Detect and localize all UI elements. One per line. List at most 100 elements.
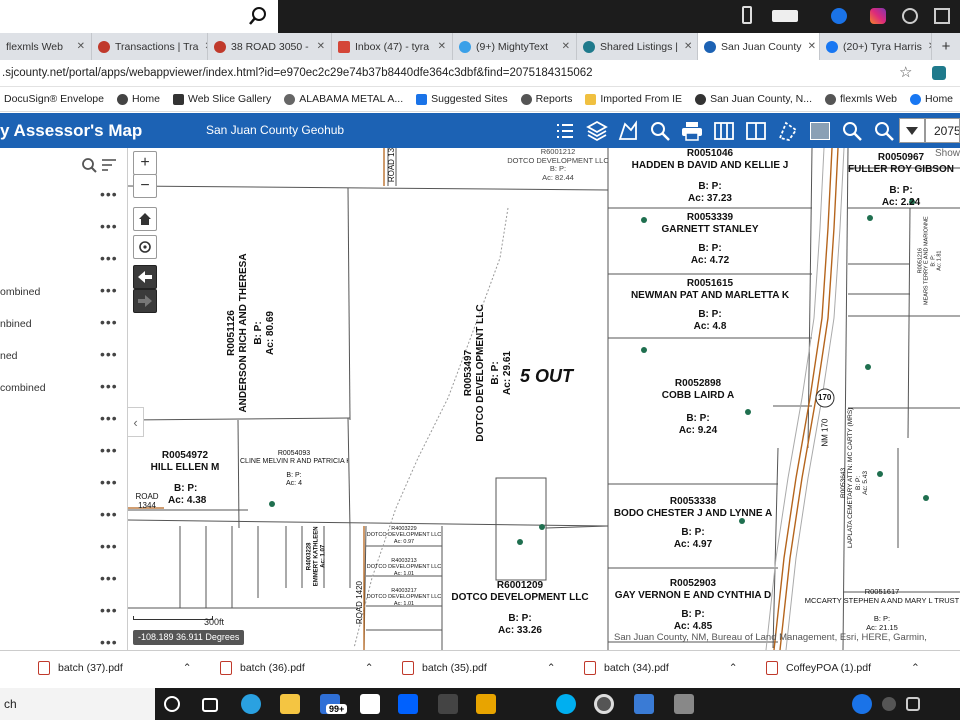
parcel-label[interactable]: R4003217 DOTCO DEVELOPMENT LLC Ac: 1.01 — [366, 588, 442, 607]
search-input[interactable]: 2075 — [925, 118, 960, 143]
chevron-up-icon[interactable]: ⌃ — [729, 662, 738, 674]
cortana-icon[interactable] — [164, 696, 180, 712]
more-options-icon[interactable]: ••• — [100, 602, 118, 618]
dropbox-icon[interactable] — [398, 694, 418, 714]
search-parcel-icon[interactable] — [649, 120, 671, 142]
extension-icon[interactable] — [932, 66, 946, 80]
compare-icon[interactable] — [745, 120, 767, 142]
chrome-icon[interactable] — [594, 694, 614, 714]
tab-san-juan-county[interactable]: San Juan County ✕ — [698, 33, 820, 60]
bookmark-imported[interactable]: Imported From IE — [585, 93, 682, 105]
calculator-icon[interactable] — [674, 694, 694, 714]
help-icon[interactable] — [852, 694, 872, 714]
bookmark-suggested[interactable]: Suggested Sites — [416, 93, 508, 105]
network-icon[interactable] — [906, 697, 920, 711]
parcel-label[interactable]: R0054972 HILL ELLEN M B: P: Ac: 4.38 — [130, 450, 240, 506]
skype-icon[interactable] — [556, 694, 576, 714]
amazon-icon[interactable] — [360, 694, 380, 714]
layer-row[interactable]: ••• — [0, 216, 127, 242]
layers-icon[interactable] — [586, 120, 608, 142]
close-icon[interactable]: ✕ — [198, 41, 207, 52]
bookmark-reports[interactable]: Reports — [520, 93, 572, 105]
more-options-icon[interactable]: ••• — [100, 282, 118, 298]
close-icon[interactable]: ✕ — [556, 41, 570, 52]
layer-row[interactable]: ••• — [0, 568, 127, 594]
more-options-icon[interactable]: ••• — [100, 570, 118, 586]
url-text[interactable]: .sjcounty.net/portal/apps/webappviewer/i… — [2, 67, 593, 79]
locate-button[interactable] — [133, 235, 157, 259]
zoom-in-button[interactable]: + — [133, 151, 157, 175]
more-options-icon[interactable]: ••• — [100, 346, 118, 362]
layer-row[interactable]: ••• — [0, 536, 127, 562]
tab-mightytext[interactable]: (9+) MightyText ✕ — [453, 33, 577, 60]
close-icon[interactable]: ✕ — [922, 41, 931, 52]
layer-row[interactable]: combined ••• — [0, 376, 127, 402]
more-options-icon[interactable]: ••• — [100, 538, 118, 554]
parcel-label[interactable]: R0051126 ANDERSON RICH AND THERESA B: P: Ac… — [226, 238, 276, 428]
download-item[interactable]: batch (37).pdf ⌃ — [38, 661, 192, 675]
tab-shared-listings[interactable]: Shared Listings | ✕ — [577, 33, 698, 60]
layer-row[interactable]: ••• — [0, 600, 127, 626]
print-icon[interactable] — [681, 121, 703, 141]
more-options-icon[interactable]: ••• — [100, 218, 118, 234]
download-item[interactable]: CoffeyPOA (1).pdf ⌃ — [766, 661, 920, 675]
edge-icon[interactable] — [241, 694, 261, 714]
swipe-icon[interactable] — [713, 120, 735, 142]
more-options-icon[interactable]: ••• — [100, 442, 118, 458]
star-icon[interactable]: ☆ — [899, 63, 912, 81]
parcel-label[interactable]: R0050967 FULLER ROY GIBSON B: P: Ac: 2.24 — [846, 152, 956, 208]
search-icon[interactable] — [81, 157, 97, 173]
parcel-label[interactable]: R0053497 DOTCO DEVELOPMENT LLC B: P: Ac: 29… — [463, 273, 513, 473]
close-icon[interactable]: ✕ — [311, 41, 325, 52]
more-options-icon[interactable]: ••• — [100, 410, 118, 426]
layer-row[interactable]: ••• — [0, 184, 127, 210]
search-dropdown[interactable] — [899, 118, 925, 143]
taskbar-search[interactable]: ch — [0, 688, 155, 720]
parcel-label[interactable]: R0052903 GAY VERNON E AND CYNTHIA D B: P: A… — [610, 578, 776, 640]
filter-icon[interactable] — [101, 157, 117, 173]
more-options-icon[interactable]: ••• — [100, 634, 118, 650]
bookmark-home-fb[interactable]: Home — [910, 93, 953, 105]
tab-transactions[interactable]: Transactions | Tra✕ — [92, 33, 208, 60]
app-icon[interactable] — [438, 694, 458, 714]
more-options-icon[interactable]: ••• — [100, 314, 118, 330]
close-icon[interactable]: ✕ — [678, 41, 692, 52]
tab-facebook[interactable]: (20+) Tyra Harris✕ — [820, 33, 932, 60]
layer-row[interactable]: ••• — [0, 472, 127, 498]
new-tab-button[interactable]: + — [932, 33, 960, 60]
task-view-icon[interactable] — [202, 698, 218, 712]
tab-flexmls[interactable]: flexmls Web ✕ — [0, 33, 92, 60]
layer-row[interactable]: ••• — [0, 408, 127, 434]
bookmark-flexmls[interactable]: flexmls Web — [825, 93, 897, 105]
parcel-label[interactable]: R0051615 NEWMAN PAT AND MARLETTA K B: P: Ac… — [610, 278, 810, 332]
parcel-label[interactable]: R0053338 BODO CHESTER J AND LYNNE A B: P: A… — [610, 496, 776, 550]
search-icon[interactable] — [248, 6, 268, 26]
parcel-label[interactable]: R0051617 MCCARTY STEPHEN A AND MARY L TRU… — [804, 587, 960, 633]
parcel-label[interactable]: R0051216 MEARS TERRY E AND MARIONNE B: P: A… — [917, 211, 942, 311]
parcel-label[interactable]: R0051046 HADDEN B DAVID AND KELLIE J B: P:… — [610, 148, 810, 204]
layer-row[interactable]: ••• — [0, 504, 127, 530]
next-extent-button[interactable] — [133, 289, 157, 313]
layer-row[interactable]: nbined ••• — [0, 312, 127, 338]
parcel-label[interactable]: R6001209 DOTCO DEVELOPMENT LLC B: P: Ac: 33… — [440, 580, 600, 636]
chevron-up-icon[interactable]: ⌃ — [365, 662, 374, 674]
layer-row[interactable]: ••• — [0, 248, 127, 274]
download-item[interactable]: batch (36).pdf ⌃ — [220, 661, 374, 675]
parcel-label[interactable]: R0052898 COBB LAIRD A B: P: Ac: 9.24 — [628, 378, 768, 436]
bookmark-home[interactable]: Home — [116, 93, 160, 105]
parcel-label[interactable]: R0054093 CLINE MELVIN R AND PATRICIA K B: … — [240, 450, 348, 488]
measure-icon[interactable] — [777, 120, 799, 142]
more-options-icon[interactable]: ••• — [100, 186, 118, 202]
parcel-label[interactable]: R4003229 DOTCO DEVELOPMENT LLC Ac: 0.97 — [366, 526, 442, 545]
show-hint[interactable]: Show — [933, 148, 960, 159]
chevron-up-icon[interactable]: ⌃ — [183, 662, 192, 674]
draw-icon[interactable] — [617, 120, 639, 142]
zoom-out-button[interactable]: − — [133, 174, 157, 198]
close-icon[interactable]: ✕ — [432, 41, 446, 52]
tab-inbox[interactable]: Inbox (47) - tyra ✕ — [332, 33, 453, 60]
bookmark-alabama[interactable]: ALABAMA METAL A... — [284, 93, 403, 105]
parcel-label[interactable]: R0053339 GARNETT STANLEY B: P: Ac: 4.72 — [610, 212, 810, 266]
layer-row[interactable]: ••• — [0, 440, 127, 466]
previous-extent-button[interactable] — [133, 265, 157, 289]
parcel-label[interactable]: R4003228 EMMERT KATHLEEN Ac: 1.07 — [307, 521, 328, 591]
